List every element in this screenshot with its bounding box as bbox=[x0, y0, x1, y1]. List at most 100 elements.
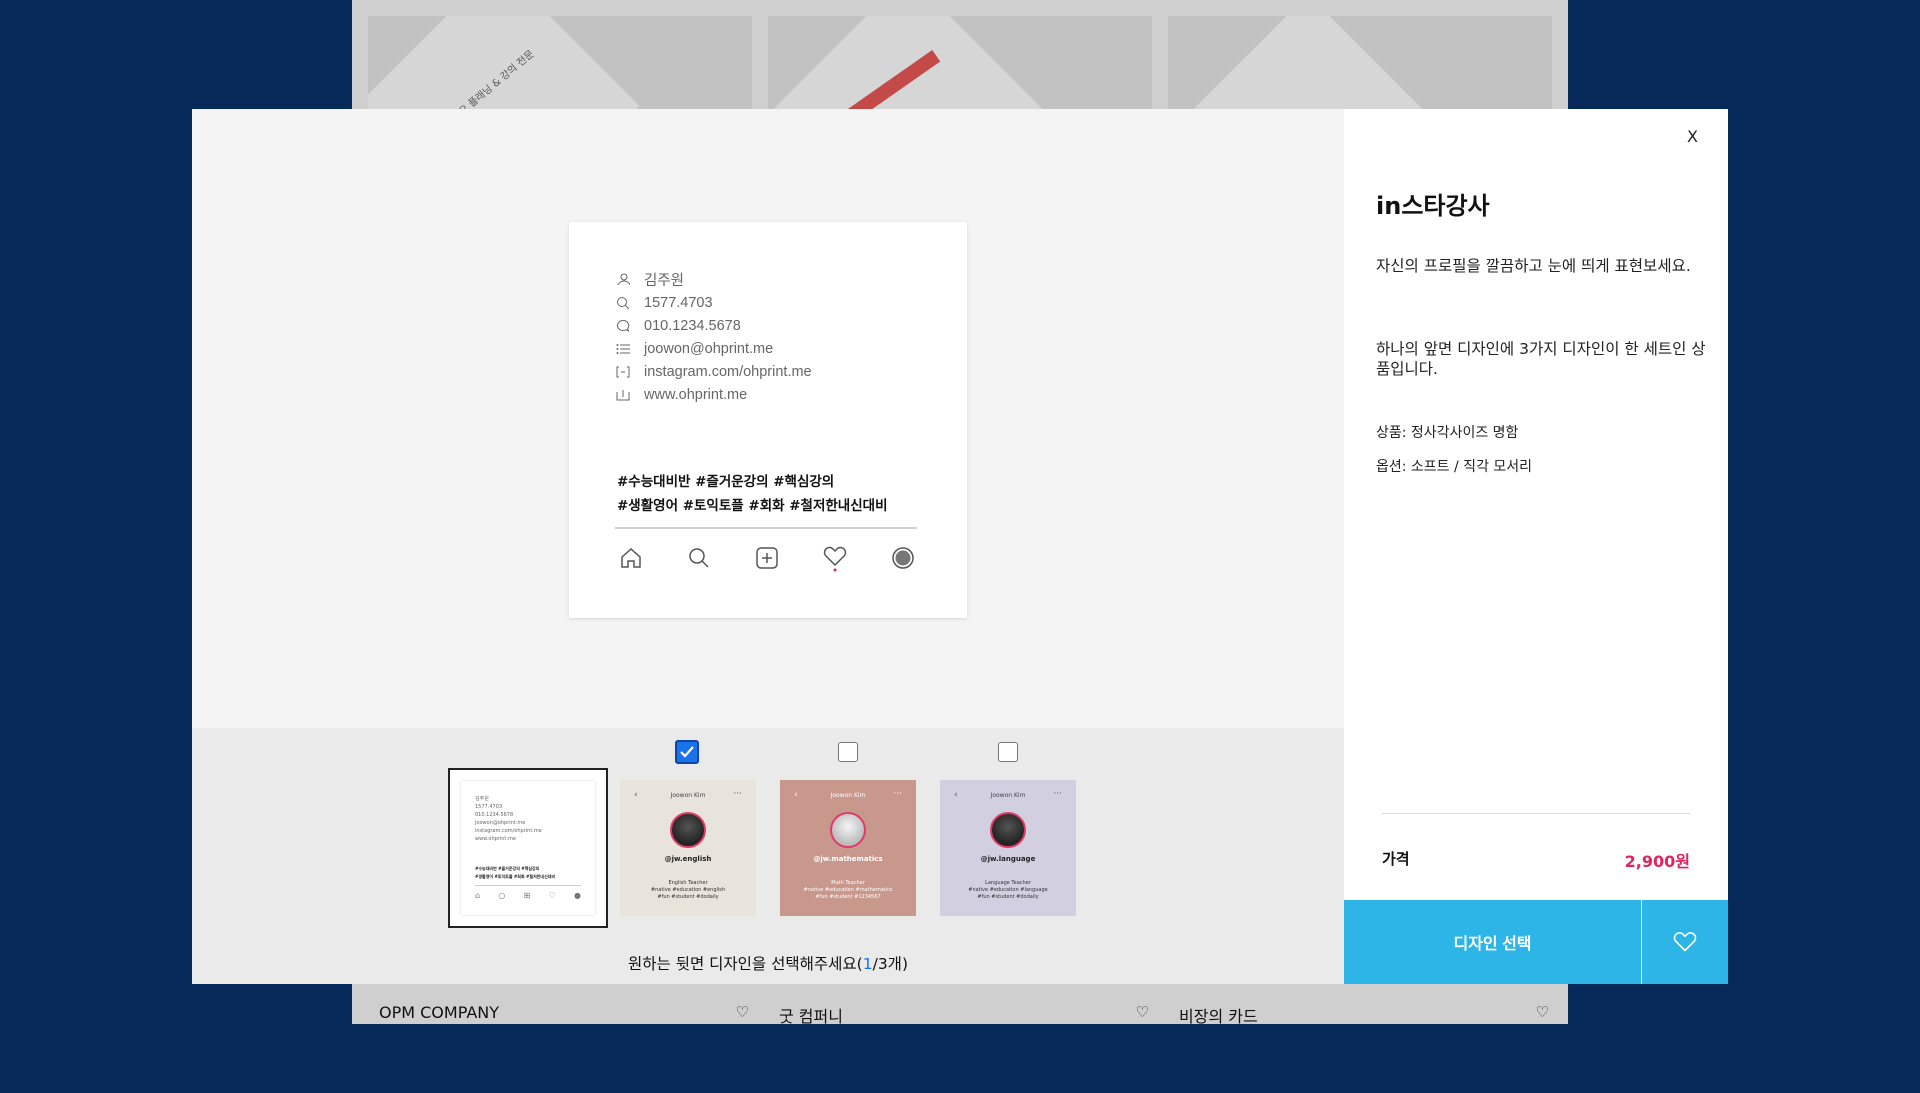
contact-row: joowon@ohprint.me bbox=[614, 337, 812, 360]
front-design-thumbnail[interactable]: 김주원 1577.4703 010.1234.5678 joowon@ohpri… bbox=[448, 768, 608, 928]
thumb-bio-line: #fun #student #1234567 bbox=[815, 894, 881, 900]
gallery-item[interactable]: 비장의 카드 ♡ bbox=[1179, 1003, 1549, 1027]
heart-icon: ♡ bbox=[548, 891, 556, 900]
back-design-thumbnail-2[interactable]: ‹ Joowon Kim ··· @jw.mathematics Math Te… bbox=[780, 780, 916, 916]
thumb-bio-line: #native #education #mathematics bbox=[803, 887, 893, 893]
add-post-icon: ⊞ bbox=[523, 891, 531, 900]
thumb-hashtag-text: #수능대비반 #즐거운강의 #핵심강의 bbox=[475, 866, 540, 871]
select-design-button[interactable]: 디자인 선택 bbox=[1344, 900, 1641, 984]
hashtags-line: #수능대비반 #즐거운강의 #핵심강의 bbox=[617, 474, 835, 490]
heart-icon[interactable]: ♡ bbox=[736, 1003, 749, 1021]
gallery-item-name: 비장의 카드 bbox=[1179, 1007, 1258, 1026]
thumb-contact-text: www.ohprint.me bbox=[475, 836, 516, 842]
thumb-hashtag-text: #생활영어 #토익토플 #회화 #철저한내신대비 bbox=[475, 874, 556, 879]
thumb-contact-text: 1577.4703 bbox=[475, 804, 503, 810]
search-icon: ○ bbox=[498, 891, 506, 900]
contact-text: 김주원 bbox=[644, 273, 685, 289]
thumb-contact-text: 김주원 bbox=[475, 796, 489, 802]
hashtags-line: #생활영어 #토익토플 #회화 #철저한내신대비 bbox=[617, 498, 888, 514]
more-icon: ··· bbox=[893, 789, 902, 799]
product-description: 자신의 프로필을 깔끔하고 눈에 띄게 표현보세요. bbox=[1376, 257, 1691, 275]
back-design-thumbnail-3[interactable]: ‹ Joowon Kim ··· @jw.language Language T… bbox=[940, 780, 1076, 916]
design-checkbox-1[interactable] bbox=[675, 740, 699, 764]
thumb-bio: Math Teacher #native #education #mathema… bbox=[780, 880, 916, 901]
profile-icon bbox=[889, 544, 917, 572]
design-preview-area: 김주원 1577.4703 010.1234.5678 joowon@ohpri… bbox=[192, 109, 1344, 984]
thumb-bio-line: Language Teacher bbox=[985, 880, 1031, 886]
front-thumbnail-hashtags: #수능대비반 #즐거운강의 #핵심강의 #생활영어 #토익토플 #회화 #철저한… bbox=[475, 865, 555, 881]
heart-icon bbox=[821, 544, 849, 572]
caption-suffix: /3개) bbox=[872, 955, 908, 973]
gallery-item-name: OPM COMPANY bbox=[379, 1003, 500, 1022]
add-post-icon bbox=[753, 544, 781, 572]
thumb-contact-text: joowon@ohprint.me bbox=[475, 820, 526, 826]
profile-icon: ● bbox=[574, 891, 581, 900]
contact-text: www.ohprint.me bbox=[644, 386, 748, 403]
home-icon bbox=[617, 544, 645, 572]
instagram-nav-bar bbox=[617, 544, 917, 572]
search-icon bbox=[614, 296, 632, 310]
thumb-bio-line: English Teacher bbox=[668, 880, 708, 886]
contact-text: joowon@ohprint.me bbox=[644, 340, 774, 357]
close-button[interactable]: X bbox=[1687, 127, 1698, 146]
thumb-bio-line: #native #education #english bbox=[650, 887, 726, 893]
thumb-bio-line: #native #education #language bbox=[968, 887, 1048, 893]
contact-row: 010.1234.5678 bbox=[614, 314, 812, 337]
gallery-item[interactable]: 굿 컴퍼니 ♡ bbox=[779, 1003, 1149, 1027]
caption-prefix: 원하는 뒷면 디자인을 선택해주세요( bbox=[627, 955, 863, 973]
price-label: 가격 bbox=[1382, 850, 1410, 868]
gallery-item[interactable]: OPM COMPANY ♡ bbox=[379, 1003, 749, 1022]
design-modal: 김주원 1577.4703 010.1234.5678 joowon@ohpri… bbox=[192, 109, 1728, 984]
thumb-divider bbox=[475, 885, 581, 886]
contact-list: 김주원 1577.4703 010.1234.5678 joowon@ohpri… bbox=[614, 268, 812, 406]
card-preview bbox=[1168, 16, 1450, 112]
card-preview bbox=[768, 16, 1050, 112]
thumb-handle: @jw.mathematics bbox=[813, 855, 883, 863]
heart-icon[interactable]: ♡ bbox=[1136, 1003, 1149, 1021]
design-checkbox-2[interactable] bbox=[838, 742, 858, 762]
product-option: 옵션: 소프트 / 직각 모서리 bbox=[1376, 459, 1533, 475]
product-title: in스타강사 bbox=[1376, 192, 1490, 220]
gallery-card[interactable]: 포트폴리오 플래닝 & 강의 전문 bbox=[368, 16, 752, 112]
thumb-contact-text: 010.1234.5678 bbox=[475, 812, 514, 818]
contact-row: www.ohprint.me bbox=[614, 383, 812, 406]
contact-text: instagram.com/ohprint.me bbox=[644, 363, 812, 380]
thumb-contact-text: instagram.com/ohprint.me bbox=[475, 828, 542, 834]
contact-text: 010.1234.5678 bbox=[644, 317, 741, 334]
gallery-card[interactable] bbox=[1168, 16, 1552, 112]
price-divider bbox=[1382, 813, 1690, 814]
product-spec: 상품: 정사각사이즈 명함 bbox=[1376, 425, 1519, 441]
avatar bbox=[830, 812, 866, 848]
back-design-thumbnail-1[interactable]: ‹ Joowon Kim ··· @jw.english English Tea… bbox=[620, 780, 756, 916]
front-thumbnail-contacts: 김주원 1577.4703 010.1234.5678 joowon@ohpri… bbox=[475, 795, 542, 843]
thumb-nav-icons: ⌂ ○ ⊞ ♡ ● bbox=[475, 891, 581, 900]
selection-caption: 원하는 뒷면 디자인을 선택해주세요(1/3개) bbox=[192, 952, 1344, 974]
price-value: 2,900원 bbox=[1624, 852, 1690, 871]
home-icon: ⌂ bbox=[475, 891, 481, 900]
wishlist-button[interactable] bbox=[1642, 900, 1728, 984]
gallery-item-name: 굿 컴퍼니 bbox=[779, 1007, 843, 1026]
card-divider bbox=[615, 527, 917, 529]
more-icon: ··· bbox=[1053, 789, 1062, 799]
contact-text: 1577.4703 bbox=[644, 294, 713, 311]
speech-bubble-icon bbox=[614, 319, 632, 333]
thumb-handle: @jw.language bbox=[980, 855, 1036, 863]
heart-icon[interactable]: ♡ bbox=[1536, 1003, 1549, 1021]
bracket-icon bbox=[614, 388, 632, 402]
selected-count: 1 bbox=[862, 955, 873, 973]
business-card-preview: 김주원 1577.4703 010.1234.5678 joowon@ohpri… bbox=[569, 222, 967, 618]
hashtags: #수능대비반 #즐거운강의 #핵심강의 #생활영어 #토익토플 #회화 #철저한… bbox=[617, 470, 888, 518]
tag-icon bbox=[614, 365, 632, 379]
thumb-handle: @jw.english bbox=[664, 855, 712, 863]
back-design-selector: 김주원 1577.4703 010.1234.5678 joowon@ohpri… bbox=[192, 728, 1344, 984]
contact-row: 김주원 bbox=[614, 268, 812, 291]
product-info-panel: X in스타강사 자신의 프로필을 깔끔하고 눈에 띄게 표현보세요. 하나의 … bbox=[1344, 109, 1728, 984]
contact-row: instagram.com/ohprint.me bbox=[614, 360, 812, 383]
heart-icon bbox=[1673, 932, 1697, 952]
product-description-set: 하나의 앞면 디자인에 3가지 디자인이 한 세트인 상품입니다. bbox=[1376, 340, 1706, 378]
gallery-card[interactable] bbox=[768, 16, 1152, 112]
list-icon bbox=[614, 342, 632, 356]
contact-row: 1577.4703 bbox=[614, 291, 812, 314]
thumb-bio-line: #fun #student #dodaily bbox=[657, 894, 719, 900]
design-checkbox-3[interactable] bbox=[998, 742, 1018, 762]
